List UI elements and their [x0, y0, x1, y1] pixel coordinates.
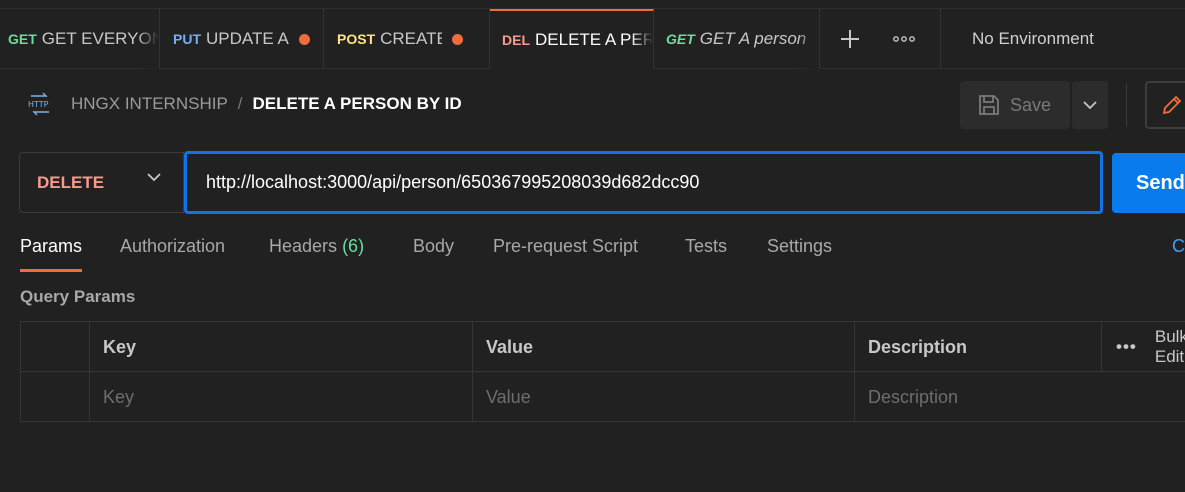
- tab-update-a[interactable]: PUT UPDATE A: [160, 9, 324, 69]
- method-badge: DEL: [502, 32, 530, 48]
- method-badge: POST: [337, 31, 376, 47]
- tab-get-everyone[interactable]: GET GET EVERYONE: [0, 9, 160, 69]
- save-options-button[interactable]: [1072, 81, 1108, 129]
- tab-settings[interactable]: Settings: [767, 236, 832, 272]
- tab-body[interactable]: Body: [413, 236, 454, 272]
- bulk-edit-button[interactable]: ••• Bulk Edit: [1101, 322, 1185, 372]
- tab-pre-request-script[interactable]: Pre-request Script: [493, 236, 638, 272]
- environment-selector[interactable]: No Environment: [940, 9, 1185, 69]
- description-input[interactable]: Description: [854, 372, 1185, 422]
- unsaved-dot-icon: [298, 33, 310, 45]
- tab-get-a-person[interactable]: GET GET A person: [654, 9, 820, 69]
- svg-text:HTTP: HTTP: [28, 100, 49, 109]
- table-row: Key Value Description: [21, 372, 1185, 422]
- bulk-edit-label: Bulk Edit: [1154, 327, 1185, 366]
- method-badge: GET: [8, 31, 37, 47]
- column-header-description: Description: [854, 322, 1101, 372]
- query-params-table: Key Value Description ••• Bulk Edit Key …: [20, 321, 1185, 422]
- method-value: DELETE: [37, 172, 105, 192]
- tab-headers-label: Headers: [269, 236, 338, 256]
- headers-count-badge: (6): [342, 236, 365, 256]
- new-tab-button[interactable]: [828, 9, 872, 69]
- chevron-down-icon: [1083, 100, 1097, 109]
- chevron-down-icon: [147, 173, 161, 182]
- request-name[interactable]: DELETE A PERSON BY ID: [253, 94, 462, 114]
- tab-headers[interactable]: Headers (6): [269, 236, 364, 272]
- tab-title: GET A person: [699, 29, 807, 48]
- tab-delete-a-person[interactable]: DEL DELETE A PERSON BY ID: [490, 9, 654, 69]
- collection-link[interactable]: HNGX INTERNSHIP: [71, 94, 228, 114]
- key-input[interactable]: Key: [89, 372, 472, 422]
- column-header-value: Value: [472, 322, 854, 372]
- save-icon: [979, 95, 999, 115]
- tab-tests[interactable]: Tests: [685, 236, 727, 272]
- unsaved-dot-icon: [452, 33, 464, 45]
- more-tabs-button[interactable]: [882, 9, 926, 69]
- url-input[interactable]: http://localhost:3000/api/person/6503679…: [184, 151, 1103, 214]
- query-params-title: Query Params: [20, 287, 136, 306]
- edit-button[interactable]: [1145, 81, 1185, 129]
- request-tab-bar: GET GET EVERYONE PUT UPDATE A POST CREAT…: [0, 8, 1185, 69]
- cookies-link[interactable]: Cookies: [1172, 236, 1185, 257]
- send-button[interactable]: Send: [1112, 153, 1185, 213]
- plus-icon: [841, 30, 859, 48]
- breadcrumb-separator: /: [237, 94, 243, 113]
- tab-title: UPDATE A: [206, 29, 289, 48]
- method-select[interactable]: DELETE: [19, 152, 184, 213]
- http-icon: HTTP: [28, 92, 49, 116]
- value-input[interactable]: Value: [472, 372, 854, 422]
- ellipsis-icon: [893, 36, 915, 42]
- save-button[interactable]: Save: [960, 81, 1070, 129]
- save-label: Save: [1010, 94, 1052, 115]
- method-badge: GET: [666, 31, 695, 47]
- method-badge: PUT: [173, 31, 201, 47]
- table-header-row: Key Value Description ••• Bulk Edit: [21, 322, 1185, 372]
- breadcrumb: HTTP HNGX INTERNSHIP / DELETE A PERSON B…: [27, 92, 462, 116]
- tab-params[interactable]: Params: [20, 236, 83, 272]
- tab-authorization[interactable]: Authorization: [120, 236, 225, 272]
- tab-create-a[interactable]: POST CREATE A: [324, 9, 490, 69]
- ellipsis-icon[interactable]: •••: [1116, 337, 1137, 357]
- column-header-key: Key: [89, 322, 472, 372]
- tab-title: CREATE A: [380, 29, 443, 48]
- divider: [1126, 83, 1127, 127]
- pencil-icon: [1162, 95, 1182, 115]
